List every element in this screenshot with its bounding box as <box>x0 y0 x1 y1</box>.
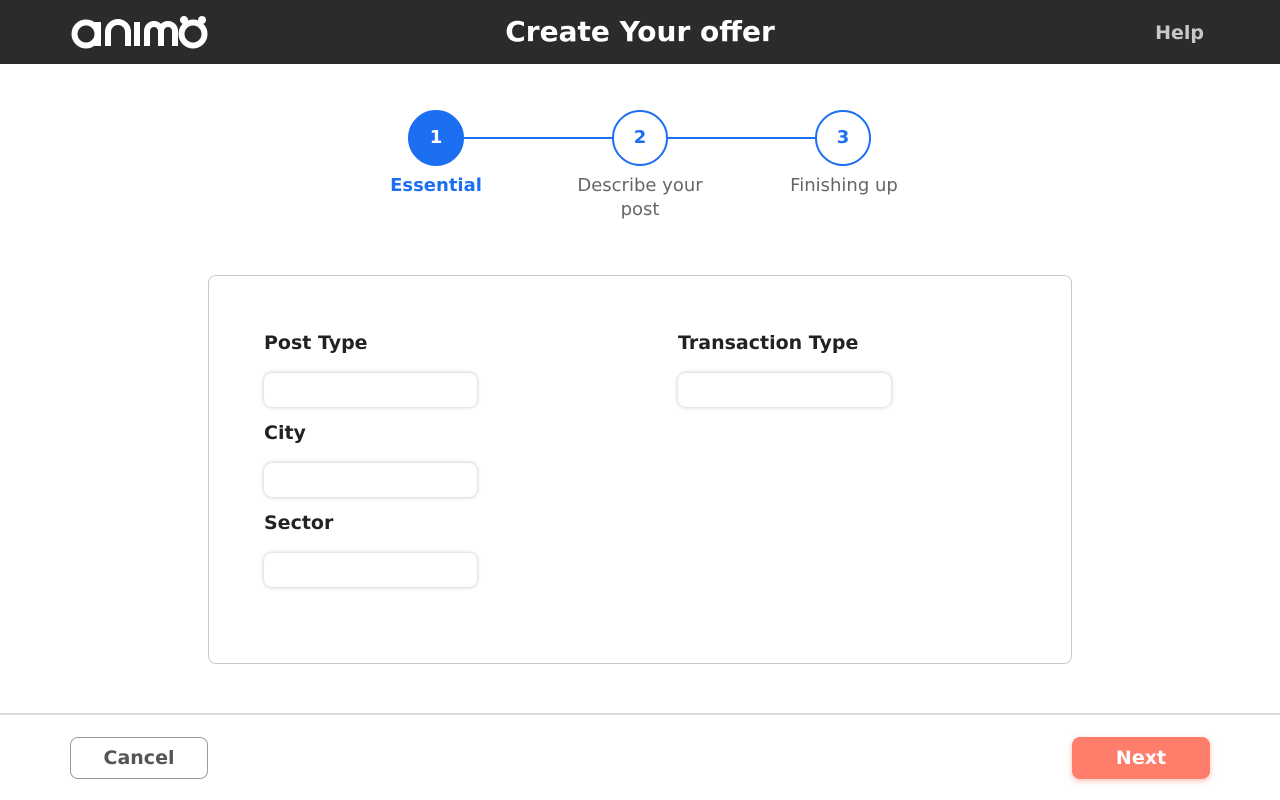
step-3-label: Finishing up <box>790 175 898 196</box>
step-3-indicator[interactable]: 3 <box>815 110 871 166</box>
progress-stepper: 1 2 3 Essential Describe your post Finis… <box>0 0 1280 240</box>
sector-label: Sector <box>264 512 334 534</box>
cancel-button[interactable]: Cancel <box>70 737 208 779</box>
step-1-indicator[interactable]: 1 <box>408 110 464 166</box>
next-button[interactable]: Next <box>1072 737 1210 779</box>
post-type-label: Post Type <box>264 332 368 354</box>
post-type-input[interactable] <box>264 373 477 407</box>
step-connector <box>464 137 613 139</box>
step-2-label: Describe your post <box>577 175 703 220</box>
step-1-label: Essential <box>390 175 482 196</box>
offer-form-card: Post Type City Sector Transaction Type <box>208 275 1072 664</box>
city-label: City <box>264 422 306 444</box>
step-connector <box>668 137 816 139</box>
transaction-type-input[interactable] <box>678 373 891 407</box>
step-2-indicator[interactable]: 2 <box>612 110 668 166</box>
transaction-type-label: Transaction Type <box>678 332 859 354</box>
footer-divider <box>0 713 1280 715</box>
city-input[interactable] <box>264 463 477 497</box>
sector-input[interactable] <box>264 553 477 587</box>
